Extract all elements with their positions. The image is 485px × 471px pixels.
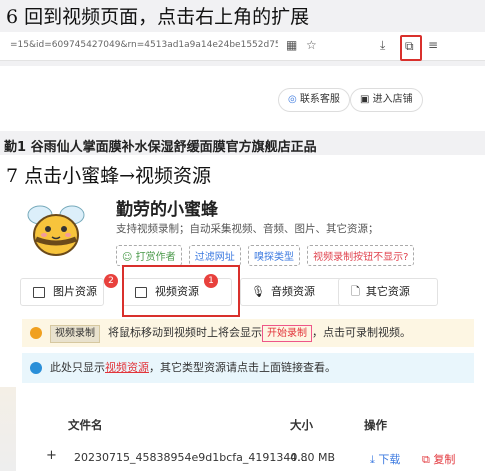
bee-logo-icon: [22, 195, 90, 263]
step7-section: 7 点击小蜜蜂→视频资源 勤劳的小蜜蜂 支持视频录制；自动采集视频、音频、图片、…: [0, 155, 485, 471]
record-button-help-link[interactable]: 视频录制按钮不显示?: [307, 245, 415, 266]
url-text[interactable]: =15&id=609745427049&rn=4513ad1a9a14e24be…: [10, 40, 278, 50]
notice2-text-after: ，其它类型资源请点击上面链接查看。: [149, 361, 336, 374]
background-edge: [0, 387, 16, 471]
info-icon: [30, 362, 42, 374]
download-icon[interactable]: ⤓: [380, 38, 385, 53]
step6-section: 6 回到视频页面，点击右上角的扩展 =15&id=609745427049&rn…: [0, 0, 485, 155]
step7-title: 7 点击小蜜蜂→视频资源: [6, 165, 212, 187]
file-size: 4.80 MB: [290, 451, 336, 464]
tip-author-label: 打赏作者: [135, 252, 176, 263]
extensions-icon[interactable]: ⧉: [405, 39, 414, 54]
enter-shop-button[interactable]: ▣ 进入店铺: [350, 88, 423, 112]
tab-other-resources[interactable]: 🗋 其它资源: [338, 278, 438, 306]
headset-icon: ◎: [288, 94, 297, 105]
notice1-text-before: 将鼠标移动到视频时上将会显示: [108, 326, 262, 339]
product-title-partial: 勤1 谷雨仙人掌面膜补水保湿舒缓面膜官方旗舰店正品: [4, 140, 317, 155]
tab-other-label: 其它资源: [365, 285, 410, 298]
video-resources-highlight: 视频资源: [105, 361, 149, 374]
record-notice: 视频录制 将鼠标移动到视频时上将会显示 开始录制 ，点击可录制视频。: [22, 319, 474, 347]
column-header-size: 大小: [290, 418, 313, 432]
filter-url-link[interactable]: 过滤网址: [188, 245, 241, 266]
app-description: 支持视频录制；自动采集视频、音频、图片、其它资源；: [116, 223, 379, 235]
video-tab-highlight: [122, 265, 240, 317]
download-button[interactable]: ⤓ 下载: [370, 451, 400, 467]
record-tag: 视频录制: [50, 325, 100, 343]
sniff-type-link[interactable]: 嗅探类型: [247, 245, 300, 266]
step-badge-2: 2: [104, 274, 118, 288]
enter-shop-label: 进入店铺: [372, 94, 413, 105]
grid-icon[interactable]: ▦: [286, 38, 297, 52]
tab-audio-resources[interactable]: 🎙 音频资源: [240, 278, 342, 306]
notice1-text-after: ，点击可录制视频。: [312, 326, 411, 339]
tab-image-label: 图片资源: [53, 285, 97, 298]
star-icon[interactable]: ☆: [306, 38, 317, 52]
download-icon: ⤓: [370, 453, 375, 466]
tip-author-link[interactable]: ☺ 打赏作者: [116, 245, 182, 266]
file-icon: 🗋: [351, 285, 360, 298]
notice2-text-before: 此处只显示: [50, 361, 105, 374]
video-only-notice: 此处只显示视频资源，其它类型资源请点击上面链接查看。: [22, 353, 474, 383]
step6-title: 6 回到视频页面，点击右上角的扩展: [6, 6, 310, 28]
shop-header: ◎ 联系客服 ▣ 进入店铺: [0, 66, 485, 131]
contact-service-button[interactable]: ◎ 联系客服: [278, 88, 350, 112]
app-name: 勤劳的小蜜蜂: [116, 200, 218, 220]
expand-row-button[interactable]: +: [46, 448, 57, 463]
download-label: 下载: [378, 453, 401, 466]
column-header-filename: 文件名: [68, 418, 103, 432]
column-header-actions: 操作: [364, 418, 387, 432]
menu-icon[interactable]: ≡: [428, 38, 438, 52]
app-tags: ☺ 打赏作者 过滤网址 嗅探类型 视频录制按钮不显示?: [116, 245, 418, 266]
tab-image-resources[interactable]: 图片资源: [20, 278, 104, 306]
shop-icon: ▣: [360, 94, 370, 105]
start-record-button[interactable]: 开始录制: [262, 325, 312, 342]
extensions-highlight: ⧉: [400, 35, 422, 61]
image-icon: [33, 286, 45, 298]
browser-address-bar[interactable]: =15&id=609745427049&rn=4513ad1a9a14e24be…: [0, 32, 485, 61]
contact-service-label: 联系客服: [299, 94, 340, 105]
file-name: 20230715_45838954e9d1bcfa_4191340...: [74, 451, 308, 464]
resource-table: 文件名 大小 操作 + 20230715_45838954e9d1bcfa_41…: [22, 411, 474, 471]
tab-audio-label: 音频资源: [270, 285, 315, 298]
warning-icon: [30, 327, 42, 339]
microphone-icon: 🎙: [251, 285, 265, 298]
copy-icon: ⧉: [422, 453, 430, 466]
copy-label: 复制: [433, 453, 456, 466]
copy-button[interactable]: ⧉ 复制: [422, 451, 455, 467]
